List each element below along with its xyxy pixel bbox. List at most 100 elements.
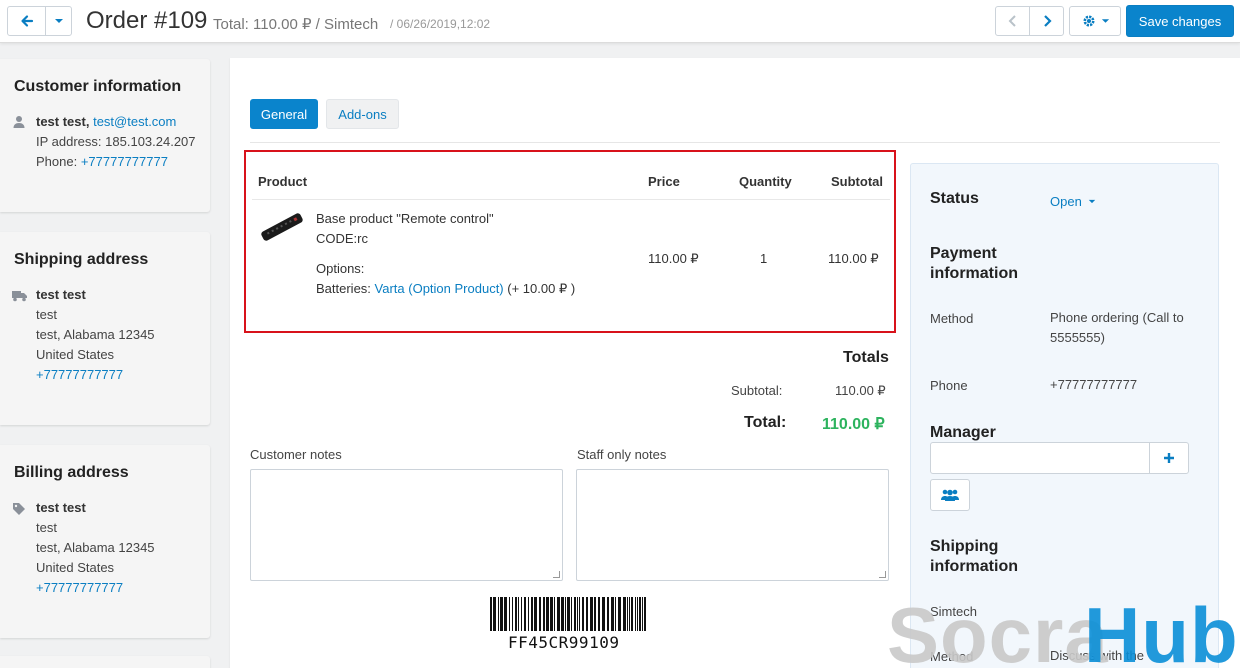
column-header-product: Product <box>258 174 308 189</box>
barcode-bar <box>607 597 609 631</box>
option-name: Batteries: <box>316 281 371 296</box>
page-title: Order #109 <box>86 7 208 34</box>
customer-phone-link[interactable]: +77777777777 <box>81 154 168 169</box>
barcode-bar <box>571 597 572 631</box>
subtotal-value: 110.00 ₽ <box>835 383 886 398</box>
billing-name: test test <box>36 500 86 515</box>
barcode-bar <box>504 597 507 631</box>
tab-addons[interactable]: Add-ons <box>326 99 399 129</box>
users-icon <box>941 489 959 501</box>
barcode-bar <box>586 597 588 631</box>
user-icon <box>13 116 25 128</box>
shipping-line1: test <box>36 307 57 322</box>
settings-button[interactable] <box>1069 6 1121 36</box>
caret-down-icon <box>1101 19 1109 23</box>
barcode-bar <box>565 597 566 631</box>
option-modifier: (+ 10.00 ₽ ) <box>507 281 576 296</box>
barcode-number: FF45CR99109 <box>508 633 620 652</box>
back-dropdown-button[interactable] <box>45 6 72 36</box>
billing-address-card: Billing address test test test test, Ala… <box>0 445 210 638</box>
barcode-bar <box>631 597 633 631</box>
barcode-bar <box>524 597 526 631</box>
shipping-name: test test <box>36 287 86 302</box>
barcode-bar <box>515 597 517 631</box>
shipping-info-heading: Shipping information <box>930 538 1018 575</box>
payment-phone-value: +77777777777 <box>1050 377 1138 392</box>
status-heading: Status <box>930 190 979 207</box>
customer-notes-label: Customer notes <box>250 447 342 462</box>
barcode-bar <box>594 597 596 631</box>
barcode-bar <box>627 597 628 631</box>
staff-notes-label: Staff only notes <box>577 447 667 462</box>
barcode-bar <box>579 597 580 631</box>
barcode-bar <box>567 597 570 631</box>
barcode-bar <box>635 597 636 631</box>
status-dropdown[interactable]: Open <box>1050 194 1096 209</box>
barcode-bar <box>561 597 564 631</box>
barcode-bar <box>546 597 549 631</box>
tab-general[interactable]: General <box>250 99 318 129</box>
barcode-bar <box>543 597 545 631</box>
payment-method-value: Phone ordering (Call to 5555555) <box>1050 310 1184 345</box>
barcode-bar <box>618 597 621 631</box>
barcode-bar <box>490 597 492 631</box>
barcode-bar <box>615 597 616 631</box>
shipping-country: United States <box>36 347 115 362</box>
watermark-logo-part2: Hub <box>1084 591 1239 668</box>
barcode-bar <box>539 597 541 631</box>
chevron-left-icon <box>1008 15 1016 27</box>
column-header-price: Price <box>648 174 680 189</box>
previous-order-button[interactable] <box>995 6 1030 36</box>
staff-notes-textarea[interactable] <box>576 469 889 581</box>
barcode-bar <box>637 597 638 631</box>
barcode-bar <box>531 597 533 631</box>
option-value-link[interactable]: Varta (Option Product) <box>375 281 504 296</box>
arrow-left-icon <box>20 15 33 27</box>
product-name-link[interactable]: Base product "Remote control" <box>316 211 494 226</box>
customer-name: test test, <box>36 114 90 129</box>
payment-phone-label: Phone <box>930 378 968 393</box>
next-card-edge <box>0 656 210 668</box>
billing-phone-link[interactable]: +77777777777 <box>36 580 123 595</box>
barcode-bar <box>512 597 513 631</box>
barcode-bar <box>598 597 600 631</box>
select-manager-button[interactable] <box>930 479 970 511</box>
options-label: Options: <box>316 261 365 276</box>
barcode-bar <box>574 597 576 631</box>
next-order-button[interactable] <box>1029 6 1064 36</box>
save-changes-button[interactable]: Save changes <box>1126 5 1234 37</box>
barcode-bar <box>644 597 646 631</box>
barcode-bar <box>642 597 643 631</box>
billing-line1: test <box>36 520 57 535</box>
ip-address: 185.103.24.207 <box>105 134 196 149</box>
total-label: Total: <box>744 414 787 431</box>
barcode-image <box>490 597 646 631</box>
shipping-phone-link[interactable]: +77777777777 <box>36 367 123 382</box>
barcode-bar <box>557 597 560 631</box>
tag-icon <box>13 503 25 515</box>
barcode-bar <box>602 597 605 631</box>
barcode-bar <box>518 597 519 631</box>
manager-heading: Manager <box>930 424 996 441</box>
column-header-subtotal: Subtotal <box>831 174 883 189</box>
barcode-bar <box>590 597 593 631</box>
order-summary: Total: 110.00 ₽ / Simtech <box>213 16 379 33</box>
barcode-bar <box>611 597 614 631</box>
barcode-bar <box>500 597 503 631</box>
customer-email-link[interactable]: test@test.com <box>93 114 176 129</box>
top-bar: Order #109 Total: 110.00 ₽ / Simtech / 0… <box>0 0 1240 43</box>
table-header-divider <box>252 199 890 200</box>
column-header-quantity: Quantity <box>739 174 792 189</box>
back-button[interactable] <box>7 6 46 36</box>
remote-control-thumbnail[interactable] <box>258 209 306 245</box>
barcode-bar <box>498 597 499 631</box>
barcode-bar <box>623 597 626 631</box>
subtotal-label: Subtotal: <box>731 383 783 398</box>
customer-notes-textarea[interactable] <box>250 469 563 581</box>
barcode-bar <box>577 597 578 631</box>
payment-method-label: Method <box>930 311 974 326</box>
add-manager-button[interactable] <box>1149 442 1189 474</box>
manager-input[interactable] <box>930 442 1150 474</box>
watermark-logo-part1: Socra <box>887 591 1109 668</box>
barcode-bar <box>582 597 584 631</box>
